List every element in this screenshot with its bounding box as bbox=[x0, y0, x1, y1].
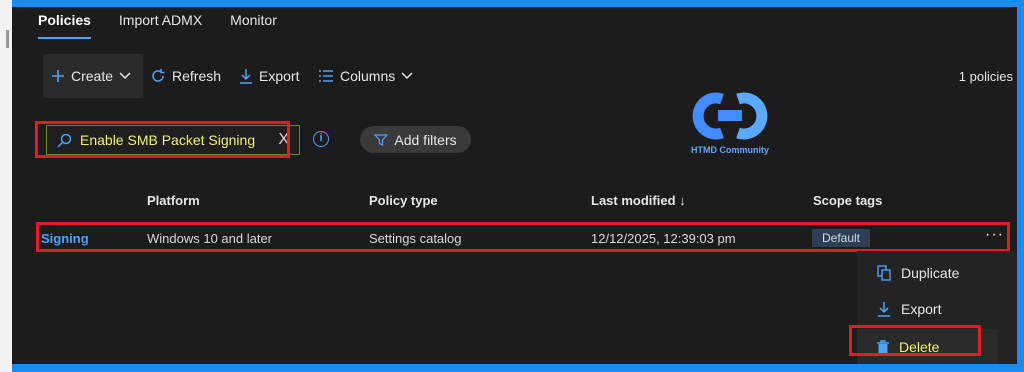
logo-caption: HTMD Community bbox=[691, 145, 769, 155]
chevron-down-icon bbox=[401, 72, 413, 80]
plus-icon bbox=[51, 69, 65, 83]
search-highlight-box bbox=[35, 121, 290, 158]
columns-label: Columns bbox=[340, 68, 396, 84]
htmd-logo: HTMD Community bbox=[680, 87, 780, 169]
info-icon[interactable]: i bbox=[313, 131, 329, 147]
refresh-icon bbox=[150, 68, 166, 84]
duplicate-label: Duplicate bbox=[901, 265, 960, 281]
tab-bar: Policies Import ADMX Monitor bbox=[38, 7, 277, 41]
policy-count: 1 policies bbox=[958, 68, 1013, 84]
column-header-policy-type[interactable]: Policy type bbox=[369, 193, 438, 208]
chevron-down-icon bbox=[119, 72, 131, 80]
column-header-scope-tags[interactable]: Scope tags bbox=[813, 193, 882, 208]
scope-tag-badge: Default bbox=[812, 229, 870, 247]
tab-import-admx[interactable]: Import ADMX bbox=[119, 7, 202, 41]
add-filters-label: Add filters bbox=[394, 131, 457, 148]
export-menu-label: Export bbox=[901, 301, 942, 317]
export-button[interactable]: Export bbox=[239, 54, 299, 98]
refresh-button[interactable]: Refresh bbox=[150, 54, 221, 98]
create-label: Create bbox=[71, 68, 114, 84]
htmd-logo-mark bbox=[692, 92, 768, 140]
copy-icon bbox=[877, 265, 891, 281]
tab-monitor[interactable]: Monitor bbox=[230, 7, 277, 41]
delete-highlight-box bbox=[849, 325, 981, 356]
left-background-strip bbox=[0, 0, 12, 372]
create-button[interactable]: Create bbox=[43, 54, 143, 98]
cell-policy-type: Settings catalog bbox=[369, 231, 462, 246]
filter-icon bbox=[374, 133, 389, 146]
menu-item-export[interactable]: Export bbox=[857, 291, 997, 327]
cell-platform: Windows 10 and later bbox=[147, 231, 273, 246]
column-header-last-modified[interactable]: Last modified ↓ bbox=[591, 193, 686, 208]
policy-name-link[interactable]: Signing bbox=[41, 231, 89, 246]
columns-button[interactable]: Columns bbox=[318, 54, 413, 98]
command-toolbar: Create Refresh Export Columns 1 policies bbox=[43, 54, 1013, 98]
more-actions-button[interactable]: ··· bbox=[985, 226, 1004, 244]
cell-last-modified: 12/12/2025, 12:39:03 pm bbox=[591, 231, 736, 246]
tab-policies[interactable]: Policies bbox=[38, 7, 91, 41]
download-icon bbox=[877, 301, 891, 317]
columns-icon bbox=[318, 69, 334, 83]
export-label: Export bbox=[259, 68, 300, 84]
add-filters-button[interactable]: Add filters bbox=[360, 126, 471, 153]
refresh-label: Refresh bbox=[172, 68, 222, 84]
column-header-platform[interactable]: Platform bbox=[147, 193, 200, 208]
window-edge-marker bbox=[6, 30, 9, 48]
download-icon bbox=[239, 68, 253, 84]
menu-item-duplicate[interactable]: Duplicate bbox=[857, 255, 997, 291]
intune-policies-panel: Policies Import ADMX Monitor Create Refr… bbox=[12, 7, 1017, 364]
